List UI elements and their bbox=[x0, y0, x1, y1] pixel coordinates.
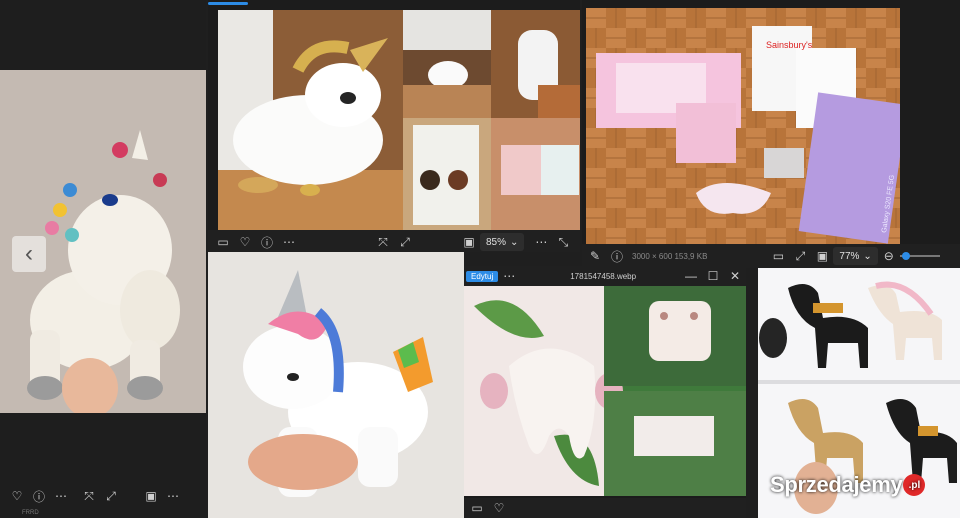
sainsburys-stamp: Sainsbury's bbox=[766, 40, 813, 50]
info-icon[interactable]: ⓘ bbox=[28, 486, 50, 506]
fullscreen-icon[interactable]: ⤡ bbox=[552, 232, 574, 252]
viewer-top-center: ▭ ♡ ⓘ ⋯ ⤧ ⤢ ▣ 85% ⌄ ⋯ ⤡ bbox=[208, 0, 580, 252]
footer-note: FRRD bbox=[22, 510, 39, 516]
info-icon[interactable]: ⓘ bbox=[256, 232, 278, 252]
screen-icon[interactable]: ▣ bbox=[458, 232, 480, 252]
party-supplies-photo: Sainsbury's Galaxy S20 FE 5G bbox=[586, 8, 900, 244]
fit-icon[interactable]: ⤧ bbox=[78, 486, 100, 506]
unicorn-lamp-photo bbox=[218, 10, 580, 230]
watermark: Sprzedajemy .pl bbox=[770, 470, 926, 500]
chevron-down-icon: ⌄ bbox=[510, 236, 519, 248]
watermark-text: Sprzedajemy bbox=[770, 472, 903, 497]
fit-icon[interactable]: ⤧ bbox=[372, 232, 394, 252]
edit-label: Edytuj bbox=[471, 271, 494, 281]
screen-icon[interactable]: ▣ bbox=[811, 246, 833, 266]
zoom-select-right[interactable]: 77% ⌄ bbox=[833, 247, 878, 265]
heart-icon[interactable]: ♡ bbox=[6, 486, 28, 506]
viewer-top-right: Sainsbury's Galaxy S20 FE 5G ✎ ⓘ 3000 × … bbox=[582, 0, 960, 268]
ceramic-unicorn-photo bbox=[208, 252, 464, 518]
edit-button[interactable]: Edytuj bbox=[466, 270, 499, 282]
window-titlebar: Edytuj ⋯ 1781547458.webp — ☐ ✕ bbox=[464, 266, 746, 286]
expand-icon[interactable]: ⤢ bbox=[789, 246, 811, 266]
heart-icon[interactable]: ♡ bbox=[488, 498, 510, 518]
close-button[interactable]: ✕ bbox=[724, 266, 746, 286]
image-meta: 3000 × 600 153,9 KB bbox=[632, 251, 708, 261]
monitor-icon[interactable]: ▭ bbox=[466, 498, 488, 518]
more-icon[interactable]: ⋯ bbox=[162, 486, 184, 506]
more-icon[interactable]: ⋯ bbox=[278, 232, 300, 252]
monitor-icon[interactable]: ▭ bbox=[767, 246, 789, 266]
top-center-toolbar: ▭ ♡ ⓘ ⋯ ⤧ ⤢ ▣ 85% ⌄ ⋯ ⤡ bbox=[208, 230, 580, 252]
tooth-toolbar: ▭ ♡ bbox=[464, 498, 746, 518]
tooth-box-photo bbox=[464, 286, 746, 496]
progress-fill bbox=[208, 2, 248, 5]
screen-icon[interactable]: ▣ bbox=[140, 486, 162, 506]
zoom-slider[interactable] bbox=[899, 252, 940, 260]
heart-icon[interactable]: ♡ bbox=[234, 232, 256, 252]
expand-icon[interactable]: ⤢ bbox=[100, 486, 122, 506]
zoom-slider-handle[interactable] bbox=[901, 252, 910, 260]
maximize-button[interactable]: ☐ bbox=[702, 266, 724, 286]
minimize-button[interactable]: — bbox=[680, 266, 702, 286]
more-icon[interactable]: ⋯ bbox=[530, 232, 552, 252]
viewer-left: ‹ ♡ ⓘ ⋯ ⤧ ⤢ ▣ ⋯ FRRD bbox=[0, 0, 206, 518]
watermark-suffix: .pl bbox=[903, 474, 926, 496]
monitor-icon[interactable]: ▭ bbox=[212, 232, 234, 252]
viewer-window-tooth: Edytuj ⋯ 1781547458.webp — ☐ ✕ ▭ ♡ bbox=[464, 266, 746, 518]
zoom-out-icon[interactable]: ⊖ bbox=[878, 246, 900, 266]
top-right-toolbar: ✎ ⓘ 3000 × 600 153,9 KB ▭ ⤢ ▣ 77% ⌄ ⊖ bbox=[582, 244, 960, 268]
more-icon[interactable]: ⋯ bbox=[50, 486, 72, 506]
chevron-left-icon: ‹ bbox=[25, 240, 33, 267]
progress-bar bbox=[208, 0, 580, 6]
file-name: 1781547458.webp bbox=[570, 271, 637, 281]
expand-icon[interactable]: ⤢ bbox=[394, 232, 416, 252]
zoom-select[interactable]: 85% ⌄ bbox=[480, 233, 525, 251]
zoom-value: 85% bbox=[486, 236, 507, 248]
left-toolbar: ♡ ⓘ ⋯ ⤧ ⤢ ▣ ⋯ bbox=[0, 484, 206, 508]
info-icon[interactable]: ⓘ bbox=[606, 246, 628, 266]
more-icon[interactable]: ⋯ bbox=[498, 266, 520, 286]
zoom-value: 77% bbox=[839, 250, 860, 262]
chevron-down-icon: ⌄ bbox=[863, 250, 872, 262]
edit-icon[interactable]: ✎ bbox=[584, 246, 606, 266]
prev-button[interactable]: ‹ bbox=[12, 236, 46, 272]
viewer-bottom-left bbox=[208, 252, 464, 518]
